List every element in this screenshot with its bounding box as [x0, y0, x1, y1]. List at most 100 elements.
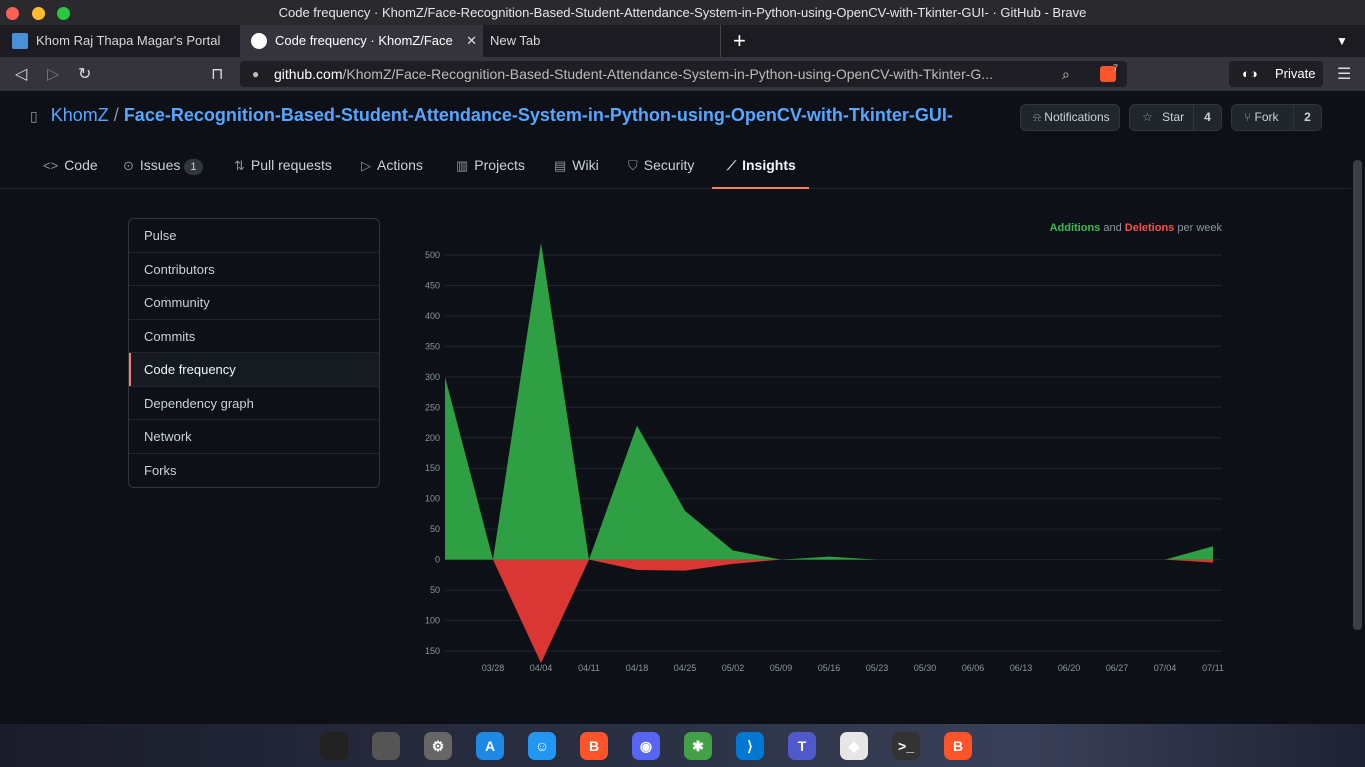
tab-security[interactable]: ⛉ Security: [628, 148, 694, 189]
vscode-icon[interactable]: ⟩: [736, 732, 764, 760]
additions-area[interactable]: [445, 242, 1213, 560]
tab-label: Pull requests: [250, 157, 332, 173]
y-tick-label: 250: [425, 402, 440, 412]
tab-new-tab[interactable]: New Tab: [483, 25, 721, 57]
y-tick-label: 0: [435, 555, 440, 565]
shields-count-badge: 7: [1113, 63, 1119, 73]
settings-icon[interactable]: ⚙: [424, 732, 452, 760]
sidebar-item-contributors[interactable]: Contributors: [129, 253, 379, 286]
discord-icon[interactable]: ◉: [632, 732, 660, 760]
tab-code-frequency[interactable]: Code frequency · KhomZ/Face ✕: [240, 25, 483, 57]
tab-portal[interactable]: Khom Raj Thapa Magar's Portal: [0, 25, 240, 57]
zoom-search-icon[interactable]: ⌕: [1062, 61, 1070, 87]
minimize-window-button[interactable]: [32, 7, 45, 20]
private-window-indicator[interactable]: ◐◑ Private: [1229, 61, 1323, 87]
graph-icon: ⟋: [727, 158, 737, 173]
bookmark-icon[interactable]: ⊓: [211, 64, 223, 84]
tab-label: Code frequency · KhomZ/Face: [275, 33, 453, 48]
fork-label: Fork: [1254, 110, 1279, 124]
x-tick-label: 05/30: [914, 663, 937, 673]
lock-icon: ●: [252, 67, 260, 81]
tab-label: Insights: [742, 157, 796, 173]
apple-icon[interactable]: [320, 732, 348, 760]
project-icon: ▥: [456, 158, 469, 173]
sidebar-item-commits[interactable]: Commits: [129, 320, 379, 353]
repo-icon: ▯: [30, 108, 38, 124]
portal-favicon-icon: [12, 33, 28, 49]
x-tick-label: 04/11: [578, 663, 600, 673]
tab-label: Projects: [474, 157, 525, 173]
teams-icon[interactable]: T: [788, 732, 816, 760]
x-tick-label: 07/04: [1154, 663, 1177, 673]
x-tick-label: 07/11: [1202, 663, 1224, 673]
x-tick-label: 04/18: [626, 663, 649, 673]
x-tick-label: 05/23: [866, 663, 889, 673]
star-button[interactable]: ☆ Star 4: [1129, 104, 1222, 131]
x-tick-label: 06/20: [1058, 663, 1081, 673]
repo-name-link[interactable]: Face-Recognition-Based-Student-Attendanc…: [124, 105, 953, 125]
brave-icon[interactable]: B: [580, 732, 608, 760]
tab-code[interactable]: <> Code: [43, 148, 98, 189]
tab-pull-requests[interactable]: ⇅ Pull requests: [234, 148, 332, 189]
deletions-area[interactable]: [445, 559, 1213, 664]
repo-header: ▯ KhomZ / Face-Recognition-Based-Student…: [30, 105, 953, 126]
insights-menu: Pulse Contributors Community Commits Cod…: [128, 218, 380, 488]
y-tick-label: 100: [425, 616, 440, 626]
x-tick-label: 03/28: [482, 663, 505, 673]
tab-issues[interactable]: ⊙ Issues 1: [123, 148, 203, 189]
close-tab-icon[interactable]: ✕: [466, 25, 477, 57]
finder-icon[interactable]: ☺: [528, 732, 556, 760]
app-store-icon[interactable]: A: [476, 732, 504, 760]
trash-icon[interactable]: [372, 732, 400, 760]
tool-icon[interactable]: ✱: [684, 732, 712, 760]
bell-icon: ⍾: [1033, 110, 1041, 124]
sidebar-item-pulse[interactable]: Pulse: [129, 219, 379, 253]
tab-label: Code: [64, 157, 98, 173]
y-tick-label: 400: [425, 311, 440, 321]
reload-icon[interactable]: ↻: [78, 64, 91, 84]
tab-bar: Khom Raj Thapa Magar's Portal Code frequ…: [0, 25, 1365, 57]
terminal-icon[interactable]: >_: [892, 732, 920, 760]
sidebar-item-dependency-graph[interactable]: Dependency graph: [129, 387, 379, 420]
sidebar-item-network[interactable]: Network: [129, 420, 379, 454]
x-tick-label: 06/13: [1010, 663, 1033, 673]
private-glasses-icon: ◐◑: [1242, 66, 1258, 81]
y-tick-label: 50: [430, 524, 440, 534]
new-tab-button[interactable]: +: [733, 25, 753, 57]
menu-icon[interactable]: ☰: [1337, 64, 1351, 84]
repo-owner-link[interactable]: KhomZ: [51, 105, 109, 125]
repo-separator: /: [113, 105, 119, 125]
notifications-button[interactable]: ⍾ Notifications: [1020, 104, 1120, 131]
x-tick-label: 05/16: [818, 663, 841, 673]
python-icon[interactable]: ◆: [840, 732, 868, 760]
y-tick-label: 50: [430, 585, 440, 595]
tab-actions[interactable]: ▷ Actions: [361, 148, 423, 189]
maximize-window-button[interactable]: [57, 7, 70, 20]
dock: ⚙ A ☺ B ◉ ✱ ⟩ T ◆ >_ B: [0, 724, 1365, 767]
brave-icon[interactable]: B: [944, 732, 972, 760]
page-scrollbar-thumb[interactable]: [1353, 160, 1362, 630]
tab-insights[interactable]: ⟋ Insights: [712, 148, 809, 189]
tab-label: Issues: [139, 157, 181, 173]
tab-wiki[interactable]: ▤ Wiki: [554, 148, 599, 189]
sidebar-item-forks[interactable]: Forks: [129, 454, 379, 488]
forward-icon[interactable]: ▷: [47, 64, 59, 84]
close-window-button[interactable]: [6, 7, 19, 20]
star-label: Star: [1162, 110, 1185, 124]
fork-button[interactable]: ⑂ Fork 2: [1231, 104, 1322, 131]
star-count: 4: [1193, 105, 1221, 130]
play-icon: ▷: [361, 158, 371, 173]
y-tick-label: 100: [425, 494, 440, 504]
x-tick-label: 06/06: [962, 663, 985, 673]
address-bar[interactable]: ● github.com/KhomZ/Face-Recognition-Base…: [240, 61, 1127, 87]
y-tick-label: 500: [425, 250, 440, 260]
tab-projects[interactable]: ▥ Projects: [456, 148, 525, 189]
sidebar-item-code-frequency[interactable]: Code frequency: [129, 353, 379, 387]
issue-icon: ⊙: [123, 158, 134, 173]
tab-list-chevron-icon[interactable]: ▼: [1336, 25, 1352, 57]
back-icon[interactable]: ◁: [15, 64, 27, 84]
issues-count-badge: 1: [184, 159, 203, 175]
sidebar-item-community[interactable]: Community: [129, 286, 379, 320]
code-frequency-chart: 5004504003503002502001501005005010015003…: [425, 242, 1224, 673]
code-icon: <>: [43, 158, 59, 173]
